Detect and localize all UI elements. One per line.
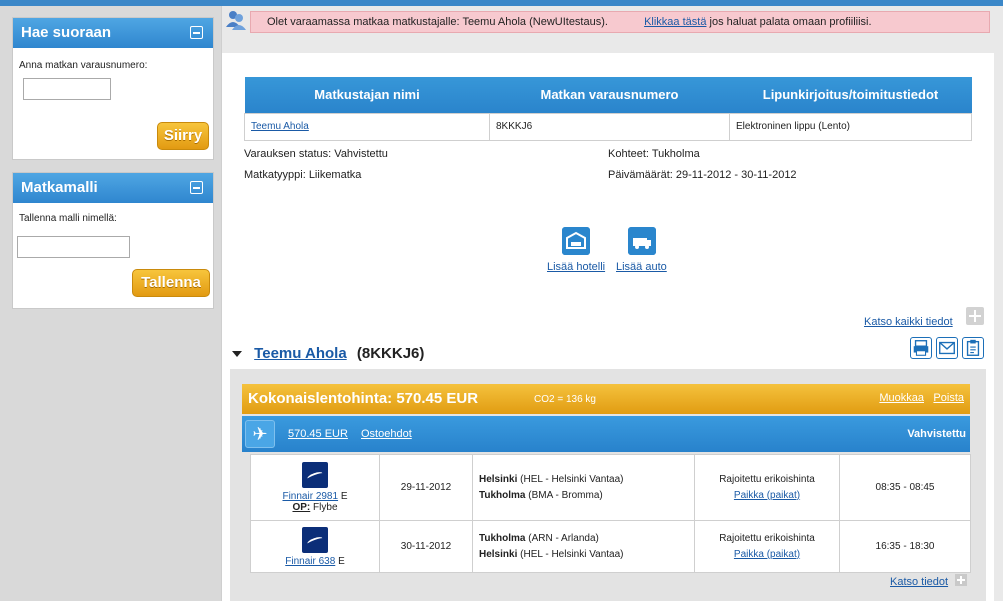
status-label: Varauksen status:	[244, 148, 332, 160]
add-car-link[interactable]: Lisää auto	[616, 261, 667, 273]
template-box: Matkamalli Tallenna malli nimellä: Talle…	[12, 172, 214, 309]
fare-bar: ✈ 570.45 EUR Ostoehdot Vahvistettu	[242, 416, 970, 452]
total-price: Kokonaislentohinta: 570.45 EUR	[248, 390, 479, 407]
dates-label: Päivämäärät:	[608, 169, 673, 181]
flight-row: Finnair 638 E 30-11-2012 Tukholma (ARN -…	[250, 520, 971, 573]
hotel-icon[interactable]	[562, 227, 590, 255]
status-value: Vahvistettu	[334, 148, 388, 160]
booking-status: Varauksen status: Vahvistettu	[244, 148, 388, 160]
origin-airport: (HEL - Helsinki Vantaa)	[520, 473, 624, 485]
notice-text: Olet varaamassa matkaa matkustajalle: Te…	[267, 16, 608, 28]
view-all-details-link[interactable]: Katso kaikki tiedot	[864, 316, 953, 328]
destinations-label: Kohteet:	[608, 148, 649, 160]
flight-number-link[interactable]: Finnair 638	[285, 556, 335, 567]
users-icon	[226, 11, 246, 30]
flight-time: 08:35 - 08:45	[839, 454, 971, 521]
finnair-logo-icon	[302, 526, 328, 553]
booking-class: E	[340, 491, 348, 502]
seat-link[interactable]: Paikka (paikat)	[734, 490, 800, 501]
total-price-bar: Kokonaislentohinta: 570.45 EUR CO2 = 136…	[242, 384, 970, 414]
booking-number-label: Anna matkan varausnumero:	[19, 60, 148, 71]
seat-link[interactable]: Paikka (paikat)	[734, 549, 800, 560]
collapse-icon[interactable]	[190, 181, 203, 194]
destination-airport: (BMA - Bromma)	[528, 489, 603, 501]
collapse-triangle-icon[interactable]	[232, 351, 242, 358]
return-profile-link[interactable]: Klikkaa tästä	[644, 16, 706, 28]
booking-number: 8KKKJ6	[489, 112, 730, 141]
go-button[interactable]: Siirry	[157, 122, 209, 150]
finnair-logo-icon	[302, 462, 328, 488]
expand-details-icon[interactable]	[955, 574, 967, 586]
print-icon[interactable]	[910, 337, 932, 359]
destination-city: Tukholma	[479, 489, 526, 501]
template-name-input[interactable]	[17, 236, 130, 258]
edit-link[interactable]: Muokkaa	[879, 392, 924, 404]
destination-airport: (HEL - Helsinki Vantaa)	[520, 548, 624, 560]
traveler-table: Matkustajan nimi Matkan varausnumero Lip…	[244, 77, 972, 141]
airplane-icon: ✈	[245, 420, 275, 448]
car-icon[interactable]	[628, 227, 656, 255]
quick-search-title: Hae suoraan	[21, 24, 112, 41]
purchase-terms-link[interactable]: Ostoehdot	[361, 428, 412, 440]
trip-code: (8KKKJ6)	[356, 345, 425, 362]
delete-link[interactable]: Poista	[933, 392, 964, 404]
collapse-icon[interactable]	[190, 26, 203, 39]
fare-type: Rajoitettu erikoishinta	[719, 532, 815, 544]
destination-city: Helsinki	[479, 548, 518, 560]
dates: Päivämäärät: 29-11-2012 - 30-11-2012	[608, 169, 797, 181]
booking-class: E	[338, 555, 345, 567]
quick-search-header: Hae suoraan	[13, 18, 213, 48]
template-name-label: Tallenna malli nimellä:	[19, 213, 117, 224]
fare-price-link[interactable]: 570.45 EUR	[288, 428, 348, 440]
trip-title: Teemu Ahola (8KKKJ6)	[232, 345, 424, 362]
destinations-value: Tukholma	[651, 148, 700, 160]
template-header: Matkamalli	[13, 173, 213, 203]
flight-number-link[interactable]: Finnair 2981	[282, 491, 338, 502]
email-icon[interactable]	[936, 337, 958, 359]
dates-value: 29-11-2012 - 30-11-2012	[675, 169, 797, 181]
origin-city: Helsinki	[479, 473, 518, 485]
table-row: Teemu Ahola 8KKKJ6 Elektroninen lippu (L…	[244, 112, 972, 141]
add-hotel-link[interactable]: Lisää hotelli	[547, 261, 605, 273]
operator-label[interactable]: OP:	[292, 502, 310, 513]
trip-type-label: Matkatyyppi:	[244, 169, 306, 181]
flight-time: 16:35 - 18:30	[839, 520, 971, 573]
destinations: Kohteet: Tukholma	[608, 148, 700, 160]
left-sidebar: Hae suoraan Anna matkan varausnumero: Si…	[0, 6, 222, 601]
trip-type-value: Liikematka	[308, 169, 362, 181]
trip-traveler-link[interactable]: Teemu Ahola	[254, 345, 347, 362]
co2-emissions: CO2 = 136 kg	[534, 394, 596, 405]
trip-type: Matkatyyppi: Liikematka	[244, 169, 361, 181]
origin-airport: (ARN - Arlanda)	[528, 532, 599, 544]
flights-table: Finnair 2981 E OP: Flybe 29-11-2012 Hels…	[250, 454, 971, 573]
main-panel: Matkustajan nimi Matkan varausnumero Lip…	[222, 53, 994, 601]
origin-city: Tukholma	[479, 532, 526, 544]
booking-number-input[interactable]	[23, 78, 111, 100]
flight-row: Finnair 2981 E OP: Flybe 29-11-2012 Hels…	[250, 454, 971, 521]
expand-icon[interactable]	[966, 307, 984, 325]
traveler-name-link[interactable]: Teemu Ahola	[251, 121, 309, 132]
ticket-info: Elektroninen lippu (Lento)	[729, 112, 972, 141]
impersonation-notice: Olet varaamassa matkaa matkustajalle: Te…	[250, 11, 990, 33]
quick-search-box: Hae suoraan Anna matkan varausnumero: Si…	[12, 17, 214, 160]
operator-value: Flybe	[313, 502, 338, 513]
column-header: Matkustajan nimi	[244, 77, 490, 113]
column-header: Matkan varausnumero	[489, 77, 730, 113]
column-header: Lipunkirjoitus/toimitustiedot	[729, 77, 972, 113]
flight-date: 29-11-2012	[379, 454, 473, 521]
fare-status: Vahvistettu	[907, 428, 966, 440]
notice-suffix: jos haluat palata omaan profiiliisi.	[709, 16, 872, 28]
template-title: Matkamalli	[21, 179, 98, 196]
clipboard-icon[interactable]	[962, 337, 984, 359]
save-template-button[interactable]: Tallenna	[132, 269, 210, 297]
fare-type: Rajoitettu erikoishinta	[719, 473, 815, 485]
view-details-link[interactable]: Katso tiedot	[890, 576, 948, 588]
flight-date: 30-11-2012	[379, 520, 473, 573]
